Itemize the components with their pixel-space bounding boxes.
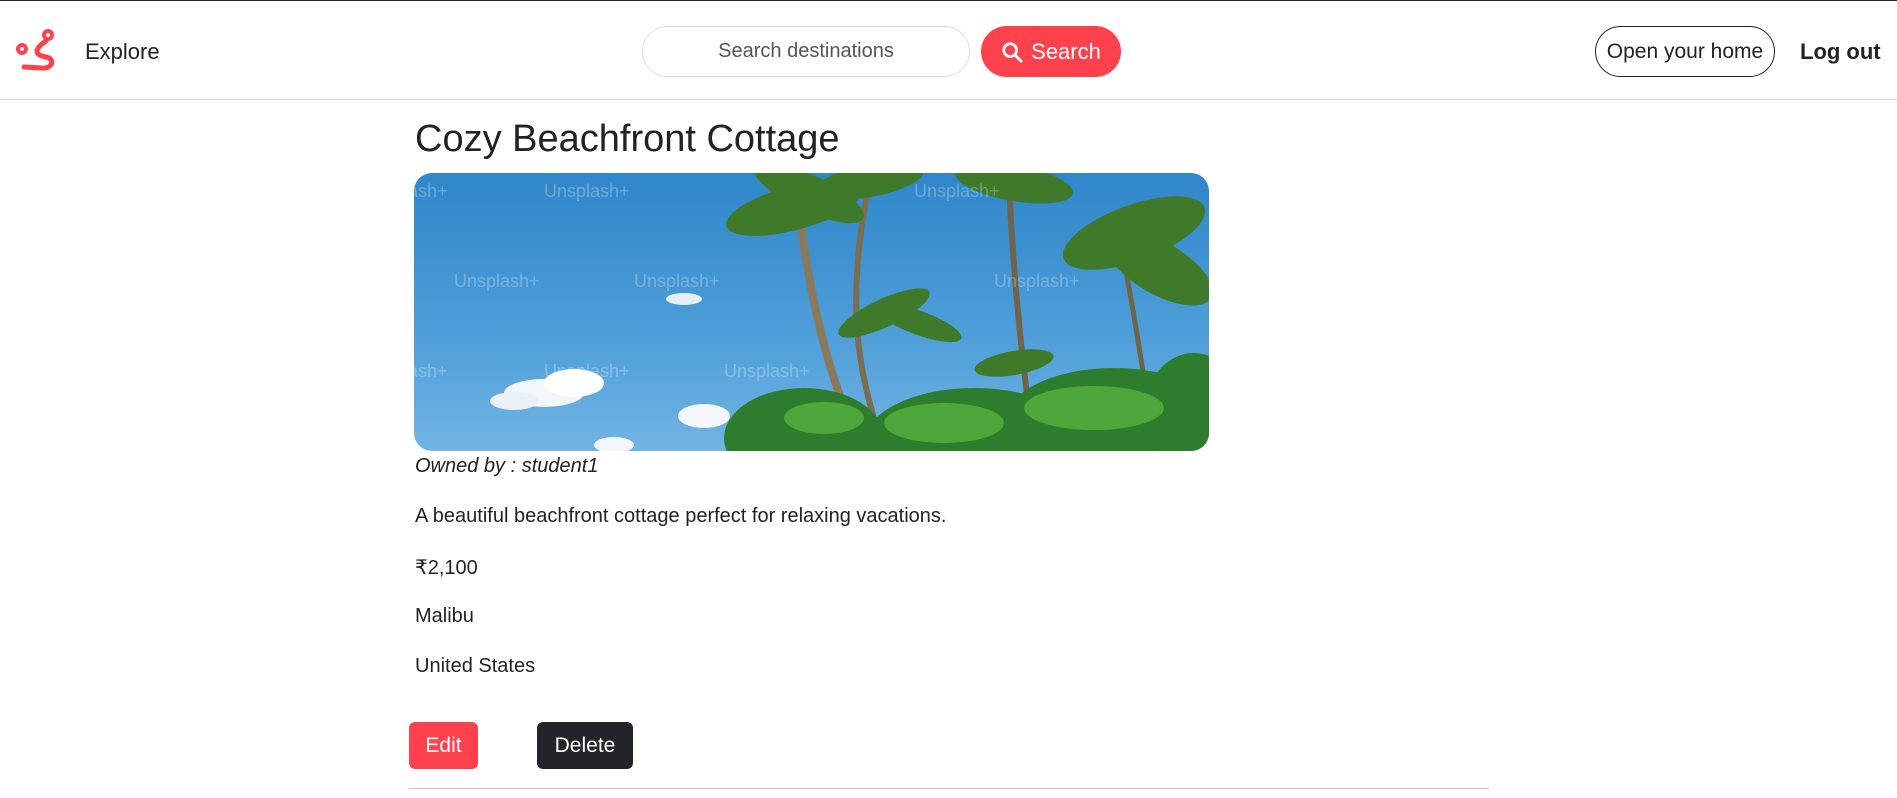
search-button[interactable]: Search bbox=[981, 26, 1121, 77]
svg-text:Unsplash+: Unsplash+ bbox=[914, 181, 1000, 201]
listing-title: Cozy Beachfront Cottage bbox=[415, 118, 840, 160]
compass-logo-icon[interactable] bbox=[14, 27, 56, 71]
svg-text:lash+: lash+ bbox=[414, 361, 448, 381]
search-button-label: Search bbox=[1031, 38, 1101, 64]
delete-button[interactable]: Delete bbox=[537, 722, 633, 769]
navbar: Explore Search Open your home Log out bbox=[0, 1, 1897, 100]
search-icon bbox=[1002, 41, 1023, 63]
svg-text:Unsplash+: Unsplash+ bbox=[724, 361, 810, 381]
svg-text:Unsplash+: Unsplash+ bbox=[544, 181, 630, 201]
listing-owner: Owned by : student1 bbox=[415, 455, 599, 477]
listing-image: lash+ Unsplash+ Unsplash+ Unsplash+ Unsp… bbox=[414, 173, 1209, 451]
svg-text:Unsplash+: Unsplash+ bbox=[634, 271, 720, 291]
listing-location: Malibu bbox=[415, 605, 474, 627]
edit-button[interactable]: Edit bbox=[409, 722, 478, 769]
search-input[interactable] bbox=[642, 26, 970, 77]
svg-text:Unsplash+: Unsplash+ bbox=[994, 271, 1080, 291]
listing-country: United States bbox=[415, 655, 536, 677]
open-your-home-button[interactable]: Open your home bbox=[1595, 26, 1775, 77]
listing-price: ₹2,100 bbox=[415, 557, 478, 579]
svg-text:Unsplash+: Unsplash+ bbox=[544, 361, 630, 381]
logout-link[interactable]: Log out bbox=[1800, 39, 1881, 65]
svg-text:lash+: lash+ bbox=[414, 181, 448, 201]
divider bbox=[409, 788, 1489, 789]
listing-description: A beautiful beachfront cottage perfect f… bbox=[415, 505, 947, 527]
svg-text:Unsplash+: Unsplash+ bbox=[454, 271, 540, 291]
nav-explore-link[interactable]: Explore bbox=[85, 39, 160, 65]
